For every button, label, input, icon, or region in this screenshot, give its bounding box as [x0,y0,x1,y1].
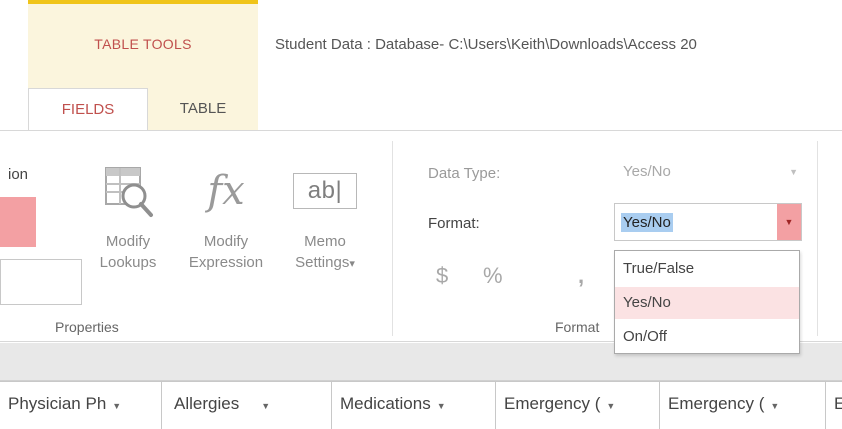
table-tools-label: TABLE TOOLS [94,36,192,52]
column-header-physician-phone[interactable]: Physician Ph ▼ [0,382,162,429]
format-label: Format: [428,215,480,232]
chevron-down-icon: ▾ [349,258,355,270]
tab-fields[interactable]: FIELDS [28,88,148,130]
data-type-dropdown[interactable]: Yes/No ▼ [614,156,802,188]
modify-expression-label-1: Modify [203,233,249,250]
group-divider [392,141,393,336]
memo-settings-label-2: Settings▾ [295,254,355,271]
chevron-down-icon[interactable]: ▼ [770,401,779,411]
chevron-down-icon: ▼ [784,217,794,227]
group-divider [817,141,818,336]
comma-format-button[interactable]: , [578,263,584,289]
memo-ab-icon: ab| [280,151,370,231]
highlighted-ribbon-control[interactable] [0,197,36,247]
column-header-medications[interactable]: Medications ▼ [332,382,496,429]
modify-expression-label-2: Expression [188,254,264,271]
modify-lookups-icon [84,151,172,231]
properties-group-label: Properties [55,319,119,335]
modify-lookups-label-2: Lookups [99,254,157,271]
modify-lookups-label-1: Modify [105,233,151,250]
memo-settings-label-1: Memo [304,233,346,250]
currency-format-button[interactable]: $ [436,263,448,289]
column-header-partial[interactable]: E [826,382,842,429]
modify-expression-button[interactable]: fx Modify Expression [176,151,276,291]
chevron-down-icon[interactable]: ▼ [112,401,121,411]
format-option-yes-no[interactable]: Yes/No [615,287,799,319]
memo-settings-button[interactable]: ab| Memo Settings▾ [280,151,370,291]
format-group-label: Format [555,319,600,335]
format-dropdown-list: True/False Yes/No On/Off [614,250,800,354]
format-dropdown-arrow[interactable]: ▼ [777,204,801,240]
partial-ribbon-label: ion [8,166,29,183]
chevron-down-icon[interactable]: ▼ [437,401,446,411]
modify-lookups-button[interactable]: Modify Lookups [84,151,172,291]
chevron-down-icon: ▼ [789,167,798,177]
datasheet-header-row: Physician Ph ▼ Allergies ▼ Medications ▼ Em… [0,381,842,429]
chevron-down-icon[interactable]: ▼ [606,401,615,411]
field-name-input[interactable] [0,259,82,305]
format-option-true-false[interactable]: True/False [615,253,799,285]
data-type-value: Yes/No [623,163,671,180]
column-header-emergency-contact-2[interactable]: Emergency (▼ [660,382,826,429]
column-header-emergency-contact-1[interactable]: Emergency (▼ [496,382,660,429]
data-type-label: Data Type: [428,165,501,182]
percent-format-button[interactable]: % [483,263,503,289]
chevron-down-icon[interactable]: ▼ [261,401,270,411]
format-option-on-off[interactable]: On/Off [615,321,799,353]
window-title: Student Data : Database- C:\Users\Keith\… [275,36,697,53]
format-dropdown[interactable]: Yes/No ▼ [614,203,802,241]
format-value[interactable]: Yes/No [621,213,673,232]
column-header-allergies[interactable]: Allergies ▼ [162,382,332,429]
tab-table[interactable]: TABLE [148,88,258,130]
fx-icon: fx [207,168,245,214]
